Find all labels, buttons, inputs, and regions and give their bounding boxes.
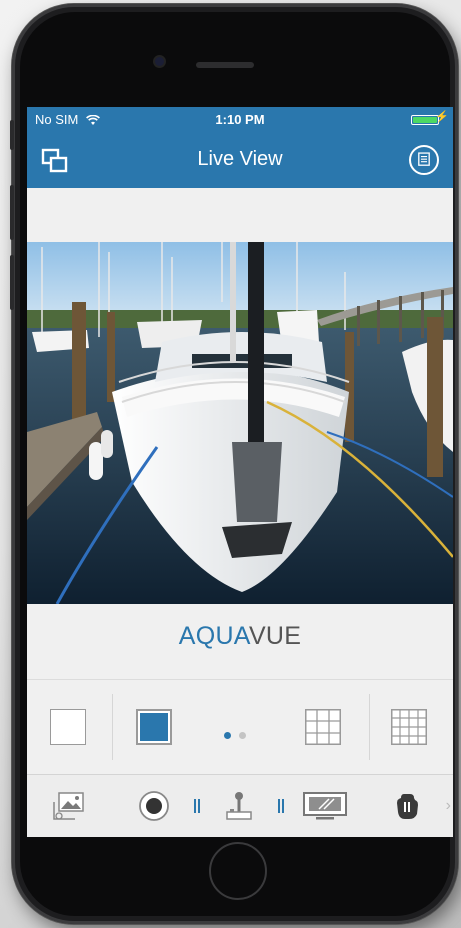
divider — [369, 694, 370, 760]
hand-icon[interactable] — [393, 790, 421, 822]
mute-switch — [10, 120, 14, 150]
brand-part1: AQUA — [178, 622, 249, 650]
single-view-icon[interactable] — [50, 709, 86, 745]
live-camera-feed[interactable] — [27, 242, 453, 604]
brand-part2: VUE — [248, 622, 302, 650]
earpiece-speaker — [196, 62, 254, 68]
gallery-icon[interactable] — [51, 790, 87, 822]
brand-logo: AQUAVUE — [27, 622, 453, 651]
record-icon[interactable] — [137, 790, 171, 822]
layout-selector — [27, 679, 453, 775]
page-indicator — [224, 726, 254, 744]
display-icon[interactable] — [302, 790, 348, 822]
separator-icon — [194, 799, 200, 813]
divider — [112, 694, 113, 760]
front-camera — [155, 57, 164, 66]
page-title: Live View — [197, 148, 283, 170]
single-view-filled-icon[interactable] — [136, 709, 172, 745]
status-bar: No SIM 1:10 PM ⚡ — [27, 107, 453, 131]
more-chevron-icon[interactable]: › — [446, 797, 451, 815]
volume-up-button — [10, 185, 14, 240]
page-dot-inactive[interactable] — [239, 732, 246, 739]
status-time: 1:10 PM — [215, 112, 265, 127]
separator-icon — [278, 799, 284, 813]
page-dot-active[interactable] — [224, 732, 231, 739]
document-list-icon[interactable] — [409, 145, 439, 175]
home-button[interactable] — [209, 842, 267, 900]
charging-icon: ⚡ — [435, 111, 449, 123]
navigation-bar: Live View — [27, 131, 453, 188]
bottom-toolbar: › — [27, 774, 453, 837]
volume-down-button — [10, 255, 14, 310]
app-screen: No SIM 1:10 PM ⚡ Live View AQUAVUE › — [27, 107, 453, 837]
joystick-icon[interactable] — [224, 790, 254, 822]
grid-3x3-icon[interactable] — [305, 709, 341, 745]
grid-4x4-icon[interactable] — [391, 709, 427, 745]
